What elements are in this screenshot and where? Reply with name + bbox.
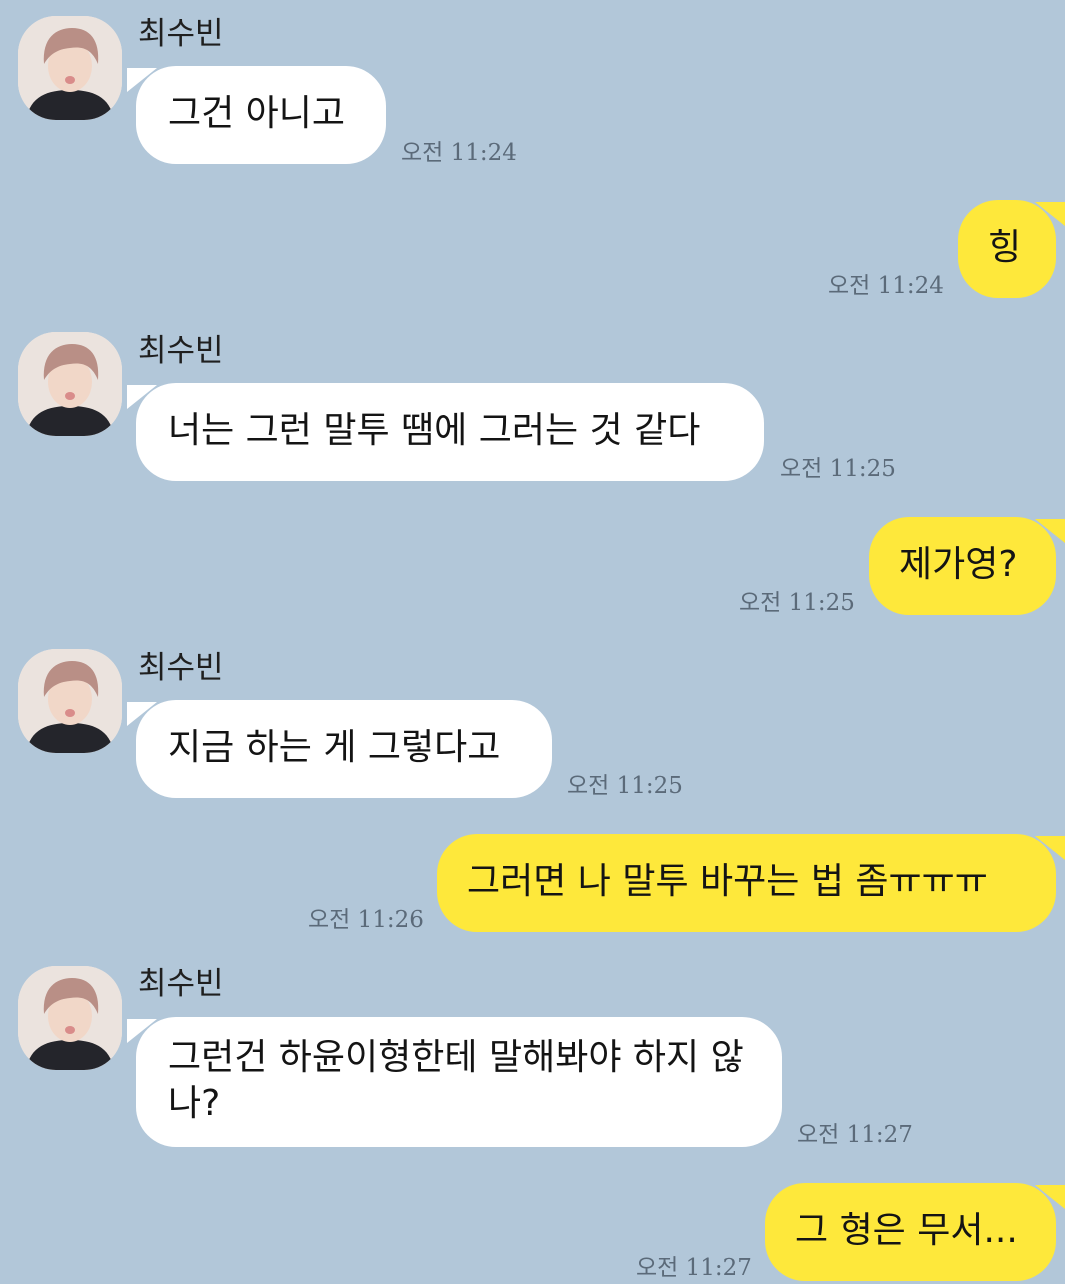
message-bubble[interactable]: 너는 그런 말투 땜에 그러는 것 같다 [136, 383, 764, 481]
sender-avatar[interactable] [18, 649, 122, 753]
avatar-photo-icon [18, 332, 122, 436]
message-bubble[interactable]: 그 형은 무서... [765, 1183, 1065, 1281]
sender-name: 최수빈 [138, 333, 224, 369]
message-timestamp: 오전 11:25 [739, 590, 855, 616]
message-timestamp: 오전 11:27 [636, 1255, 752, 1281]
sender-name: 최수빈 [138, 16, 224, 52]
avatar-photo-icon [18, 966, 122, 1070]
message-bubble[interactable]: 지금 하는 게 그렇다고 [136, 700, 552, 798]
sender-avatar[interactable] [18, 966, 122, 1070]
sender-avatar[interactable] [18, 16, 122, 120]
message-timestamp: 오전 11:26 [308, 907, 424, 933]
avatar-photo-icon [18, 16, 122, 120]
message-bubble[interactable]: 그러면 나 말투 바꾸는 법 좀ㅠㅠㅠ [437, 834, 1065, 932]
message-timestamp: 오전 11:25 [780, 456, 896, 482]
message-bubble[interactable]: 그런건 하윤이형한테 말해봐야 하지 않나? [136, 1017, 782, 1147]
message-timestamp: 오전 11:27 [797, 1122, 913, 1148]
message-bubble[interactable]: 제가영? [869, 517, 1065, 615]
avatar-photo-icon [18, 649, 122, 753]
message-timestamp: 오전 11:25 [567, 773, 683, 799]
sender-name: 최수빈 [138, 650, 224, 686]
message-timestamp: 오전 11:24 [828, 273, 944, 299]
message-bubble[interactable]: 힝 [958, 200, 1065, 298]
sender-name: 최수빈 [138, 966, 224, 1002]
message-bubble[interactable]: 그건 아니고 [136, 66, 386, 164]
sender-avatar[interactable] [18, 332, 122, 436]
message-timestamp: 오전 11:24 [401, 140, 517, 166]
